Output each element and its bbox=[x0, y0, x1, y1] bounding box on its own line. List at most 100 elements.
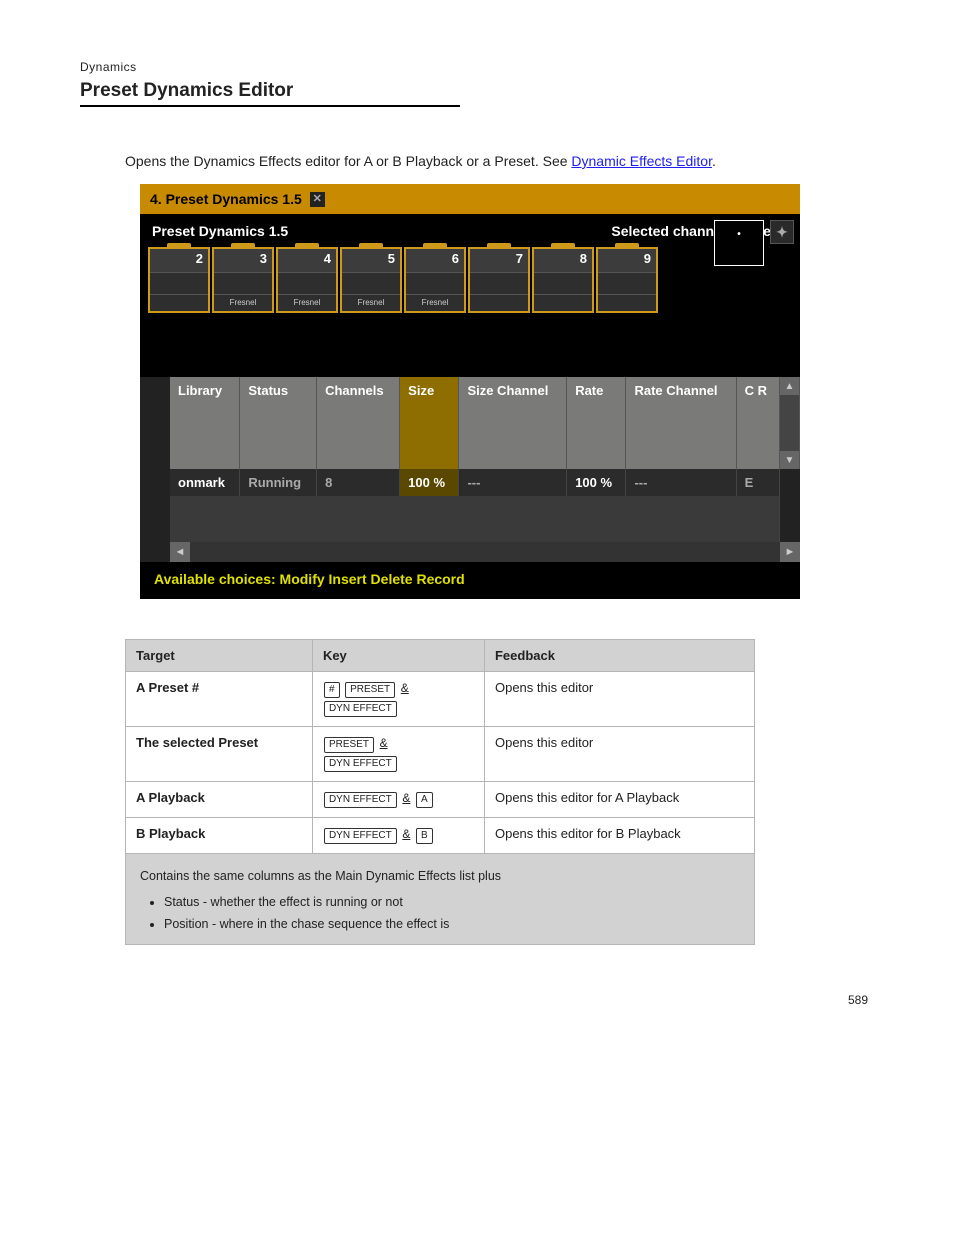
window-titlebar: 4. Preset Dynamics 1.5 ✕ bbox=[140, 184, 800, 214]
channel-cell[interactable]: 6 Fresnel bbox=[404, 247, 466, 313]
scroll-up-icon[interactable]: ▲ bbox=[780, 377, 799, 395]
amp-icon: & bbox=[402, 791, 410, 805]
cell-size-channel: --- bbox=[459, 469, 567, 496]
cell-rate: 100 % bbox=[567, 469, 626, 496]
feedback-cell: Opens this editor bbox=[484, 672, 754, 727]
channel-cell[interactable]: 2 bbox=[148, 247, 210, 313]
col-last[interactable]: C R bbox=[736, 377, 779, 469]
cell-channels: 8 bbox=[317, 469, 400, 496]
footer-item: Status - whether the effect is running o… bbox=[164, 892, 744, 912]
chapter-label: Dynamics bbox=[80, 60, 874, 74]
col-size[interactable]: Size bbox=[400, 377, 459, 469]
intro-text: Opens the Dynamics Effects editor for A … bbox=[125, 153, 571, 169]
keycap: B bbox=[416, 828, 433, 844]
scroll-right-icon[interactable]: ► bbox=[780, 542, 800, 562]
summary-table: Target Key Feedback A Preset # # PRESET … bbox=[125, 639, 755, 945]
table-row[interactable]: onmark Running 8 100 % --- 100 % --- E bbox=[170, 469, 800, 496]
summary-col-feedback: Feedback bbox=[484, 640, 754, 672]
keycap: DYN EFFECT bbox=[324, 756, 397, 772]
channel-number: 2 bbox=[150, 249, 208, 273]
key-cell: # PRESET & DYN EFFECT bbox=[312, 672, 484, 727]
channel-type: Fresnel bbox=[214, 295, 272, 311]
col-rate[interactable]: Rate bbox=[567, 377, 626, 469]
preview-box: • bbox=[714, 220, 764, 266]
summary-footer: Contains the same columns as the Main Dy… bbox=[126, 854, 755, 945]
channel-cell[interactable]: 7 bbox=[468, 247, 530, 313]
target-cell: B Playback bbox=[126, 818, 313, 854]
editor-title: Preset Dynamics 1.5 bbox=[152, 223, 288, 239]
key-cell: DYN EFFECT & B bbox=[312, 818, 484, 854]
target-cell: The selected Preset bbox=[126, 727, 313, 782]
channel-strip-row: 2 3 Fresnel 4 Fresnel 5 Fresnel bbox=[140, 243, 800, 321]
scroll-left-icon[interactable]: ◄ bbox=[170, 542, 190, 562]
channel-number: 8 bbox=[534, 249, 592, 273]
col-status[interactable]: Status bbox=[240, 377, 317, 469]
col-library[interactable]: Library bbox=[170, 377, 240, 469]
channel-number: 5 bbox=[342, 249, 400, 273]
vertical-scrollbar[interactable]: ▲ ▼ bbox=[780, 377, 800, 469]
keycap: DYN EFFECT bbox=[324, 792, 397, 808]
channel-cell[interactable]: 4 Fresnel bbox=[276, 247, 338, 313]
cell-status: Running bbox=[240, 469, 317, 496]
amp-icon: & bbox=[401, 681, 409, 695]
available-choices: Available choices: Modify Insert Delete … bbox=[140, 562, 800, 598]
feedback-cell: Opens this editor for A Playback bbox=[484, 782, 754, 818]
channel-cell[interactable]: 3 Fresnel bbox=[212, 247, 274, 313]
footer-intro: Contains the same columns as the Main Dy… bbox=[140, 866, 740, 886]
key-cell: DYN EFFECT & A bbox=[312, 782, 484, 818]
editor-screenshot: 4. Preset Dynamics 1.5 ✕ Preset Dynamics… bbox=[140, 184, 800, 599]
section-title: Preset Dynamics Editor bbox=[80, 80, 460, 107]
channel-number: 9 bbox=[598, 249, 656, 273]
cell-size: 100 % bbox=[400, 469, 459, 496]
keycap: DYN EFFECT bbox=[324, 701, 397, 717]
table-row: A Playback DYN EFFECT & A Opens this edi… bbox=[126, 782, 755, 818]
table-row: The selected Preset PRESET & DYN EFFECT … bbox=[126, 727, 755, 782]
feedback-cell: Opens this editor bbox=[484, 727, 754, 782]
gear-icon[interactable]: ✦ bbox=[770, 220, 794, 244]
scroll-down-icon[interactable]: ▼ bbox=[780, 451, 799, 469]
channel-type: Fresnel bbox=[278, 295, 336, 311]
intro-paragraph: Opens the Dynamics Effects editor for A … bbox=[125, 151, 765, 172]
channel-type bbox=[598, 295, 656, 311]
cell-rate-channel: --- bbox=[626, 469, 736, 496]
intro-suffix: . bbox=[712, 153, 716, 169]
effects-data-table: Library Status Channels Size Size Channe… bbox=[140, 377, 800, 562]
channel-number: 6 bbox=[406, 249, 464, 273]
horizontal-scrollbar[interactable]: ◄ ► bbox=[170, 542, 800, 562]
keycap: DYN EFFECT bbox=[324, 828, 397, 844]
table-row: B Playback DYN EFFECT & B Opens this edi… bbox=[126, 818, 755, 854]
channel-number: 7 bbox=[470, 249, 528, 273]
channel-type bbox=[534, 295, 592, 311]
window-title: 4. Preset Dynamics 1.5 bbox=[150, 191, 302, 207]
channel-type: Fresnel bbox=[342, 295, 400, 311]
keycap: # bbox=[324, 682, 340, 698]
keycap: PRESET bbox=[324, 737, 374, 753]
amp-icon: & bbox=[402, 827, 410, 841]
col-size-channel[interactable]: Size Channel bbox=[459, 377, 567, 469]
target-cell: A Preset # bbox=[126, 672, 313, 727]
keycap: PRESET bbox=[345, 682, 395, 698]
summary-col-target: Target bbox=[126, 640, 313, 672]
channel-cell[interactable]: 9 bbox=[596, 247, 658, 313]
channel-number: 4 bbox=[278, 249, 336, 273]
col-rate-channel[interactable]: Rate Channel bbox=[626, 377, 736, 469]
col-channels[interactable]: Channels bbox=[317, 377, 400, 469]
footer-item: Position - where in the chase sequence t… bbox=[164, 914, 744, 934]
channel-type bbox=[470, 295, 528, 311]
keycap: A bbox=[416, 792, 433, 808]
xref-link[interactable]: Dynamic Effects Editor bbox=[571, 153, 712, 169]
amp-icon: & bbox=[380, 736, 388, 750]
summary-col-key: Key bbox=[312, 640, 484, 672]
channel-number: 3 bbox=[214, 249, 272, 273]
channel-type bbox=[150, 295, 208, 311]
key-cell: PRESET & DYN EFFECT bbox=[312, 727, 484, 782]
channel-cell[interactable]: 8 bbox=[532, 247, 594, 313]
channel-cell[interactable]: 5 Fresnel bbox=[340, 247, 402, 313]
cell-library: onmark bbox=[170, 469, 240, 496]
cell-last: E bbox=[736, 469, 779, 496]
close-icon[interactable]: ✕ bbox=[310, 192, 325, 207]
feedback-cell: Opens this editor for B Playback bbox=[484, 818, 754, 854]
target-cell: A Playback bbox=[126, 782, 313, 818]
page-number: 589 bbox=[80, 993, 874, 1007]
channel-type: Fresnel bbox=[406, 295, 464, 311]
